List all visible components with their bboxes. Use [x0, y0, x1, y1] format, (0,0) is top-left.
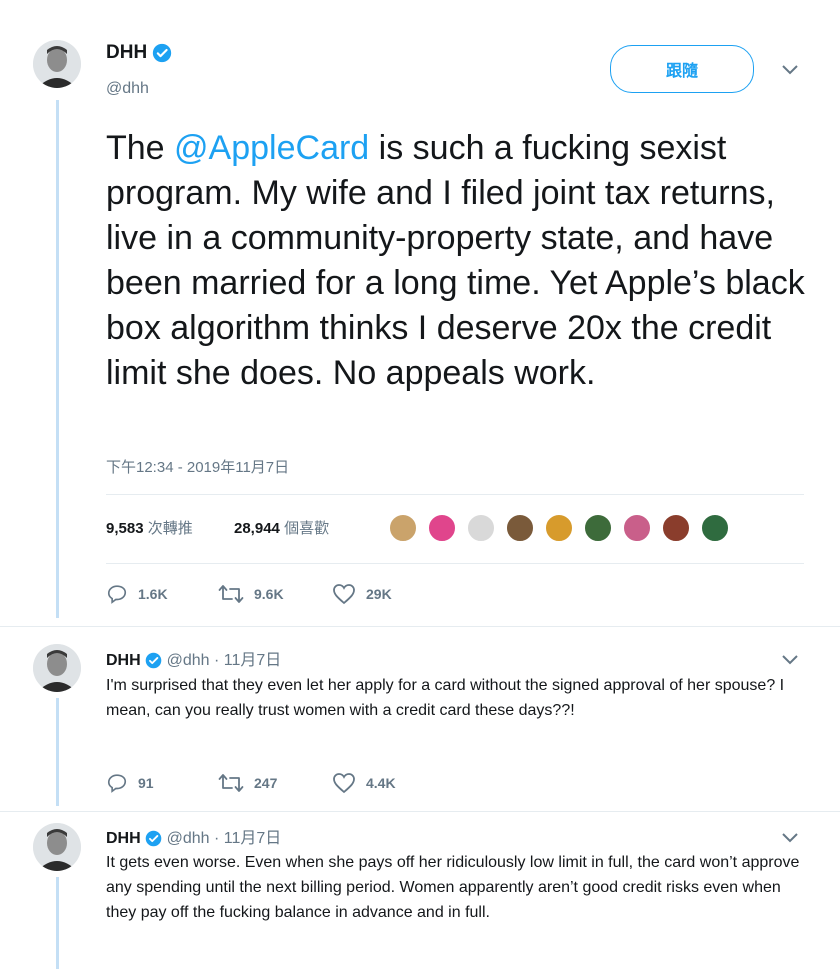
reply-action[interactable]: 1.6K: [106, 583, 168, 605]
liker-avatar[interactable]: [700, 513, 730, 543]
reply-2-author-name[interactable]: DHH: [106, 830, 141, 847]
reply-2-text: It gets even worse. Even when she pays o…: [106, 854, 800, 921]
tweet-timestamp[interactable]: 下午12:34 - 2019年11月7日: [106, 456, 289, 477]
reply-1-author-name[interactable]: DHH: [106, 652, 141, 669]
mention-link[interactable]: @AppleCard: [174, 129, 369, 167]
verified-badge-icon: [145, 652, 162, 669]
heart-icon: [333, 773, 355, 794]
liker-avatar[interactable]: [466, 513, 496, 543]
retweet-icon: [218, 774, 244, 792]
reply-2-handle[interactable]: @dhh: [167, 830, 210, 847]
tweet-text: The @AppleCard is such a fucking sexist …: [106, 126, 806, 396]
author-handle[interactable]: @dhh: [106, 80, 149, 98]
reply-1-header: DHH @dhh · 11月7日: [106, 646, 281, 670]
retweet-icon: [218, 585, 244, 603]
verified-badge-icon: [145, 830, 162, 847]
more-options-icon[interactable]: [781, 60, 799, 81]
liker-avatar[interactable]: [622, 513, 652, 543]
retweet-count: 9,583: [106, 520, 144, 537]
retweet-stats[interactable]: 9,583 次轉推: [106, 517, 193, 538]
liker-avatar[interactable]: [427, 513, 457, 543]
author-avatar[interactable]: [33, 40, 81, 88]
heart-icon: [333, 584, 355, 605]
reply-count: 1.6K: [138, 586, 168, 602]
reply-1-date[interactable]: · 11月7日: [214, 652, 281, 669]
reply-1-retweet-action[interactable]: 247: [218, 772, 277, 794]
reply-1-thread-line: [56, 698, 59, 806]
thread-line: [56, 100, 59, 618]
reply-2-thread-line: [56, 877, 59, 969]
liker-avatar[interactable]: [388, 513, 418, 543]
tweet-text-rest: is such a fucking sexist program. My wif…: [106, 129, 805, 392]
divider-bottom: [106, 563, 804, 564]
author-name-text: DHH: [106, 42, 148, 63]
reply-1-handle[interactable]: @dhh: [167, 652, 210, 669]
like-label: 個喜歡: [284, 520, 330, 537]
liker-avatar[interactable]: [661, 513, 691, 543]
reply-icon: [107, 774, 127, 793]
verified-badge-icon: [153, 43, 172, 63]
reply-1-like-count: 4.4K: [366, 775, 396, 791]
retweet-action[interactable]: 9.6K: [218, 583, 284, 605]
retweet-label: 次轉推: [147, 520, 193, 537]
reply-2-more-icon[interactable]: [781, 828, 799, 849]
reply-1-avatar[interactable]: [33, 644, 81, 692]
section-divider: [0, 626, 840, 627]
reply-2-date[interactable]: · 11月7日: [214, 830, 281, 847]
reply-1-like-action[interactable]: 4.4K: [332, 772, 396, 794]
retweet-count-short: 9.6K: [254, 586, 284, 602]
like-action[interactable]: 29K: [332, 583, 392, 605]
liker-avatars[interactable]: [388, 513, 748, 547]
follow-button[interactable]: 跟隨: [610, 45, 754, 93]
like-stats[interactable]: 28,944 個喜歡: [234, 517, 329, 538]
reply-1-retweet-count: 247: [254, 775, 278, 791]
reply-1-more-icon[interactable]: [781, 650, 799, 671]
tweet-text-start: The: [106, 129, 175, 167]
reply-2-header: DHH @dhh · 11月7日: [106, 824, 281, 848]
reply-2-avatar[interactable]: [33, 823, 81, 871]
reply-1-text: I'm surprised that they even let her app…: [106, 677, 785, 719]
like-count: 28,944: [234, 520, 280, 537]
reply-1-reply-count: 91: [138, 775, 154, 791]
reply-1-reply-action[interactable]: 91: [106, 772, 154, 794]
divider-top: [106, 494, 804, 495]
liker-avatar[interactable]: [505, 513, 535, 543]
liker-avatar[interactable]: [583, 513, 613, 543]
like-count-short: 29K: [366, 586, 392, 602]
author-name[interactable]: DHH: [106, 42, 172, 64]
liker-avatar[interactable]: [544, 513, 574, 543]
reply-divider: [0, 811, 840, 812]
reply-icon: [107, 585, 127, 604]
